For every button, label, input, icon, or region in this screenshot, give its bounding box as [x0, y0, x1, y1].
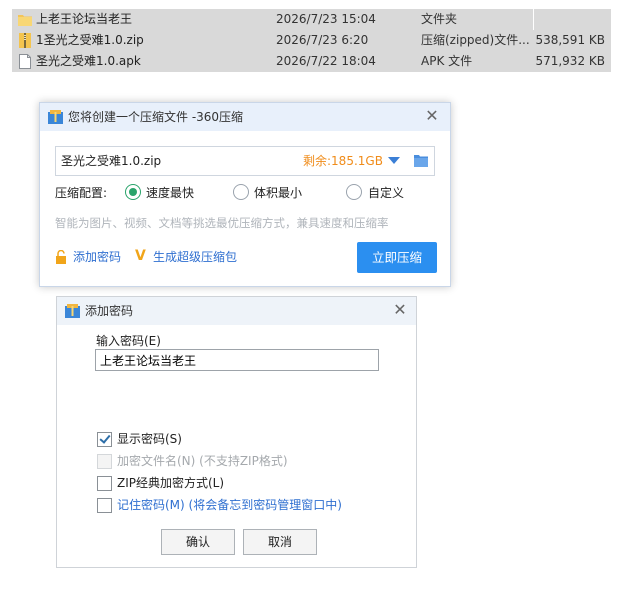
radio-smallest-label[interactable]: 体积最小: [254, 185, 302, 201]
file-row-zip[interactable]: 1圣光之受难1.0.zip 2026/7/23 6:20 压缩(zipped)文…: [12, 30, 611, 51]
radio-custom[interactable]: [346, 184, 362, 200]
radio-fastest-label[interactable]: 速度最快: [146, 185, 194, 201]
file-list: 上老王论坛当老王 2026/7/23 15:04 文件夹 1圣光之受难1.0.z…: [12, 9, 611, 72]
close-icon[interactable]: ✕: [422, 106, 442, 126]
encrypt-filenames-checkbox: [97, 454, 112, 469]
archive-app-icon: [65, 304, 80, 318]
radio-custom-label[interactable]: 自定义: [368, 185, 404, 201]
free-space-label: 剩余:185.1GB: [303, 154, 383, 168]
file-row-apk[interactable]: 圣光之受难1.0.apk 2026/7/22 18:04 APK 文件 571,…: [12, 51, 611, 72]
radio-fastest[interactable]: [125, 184, 141, 200]
compress-dialog: 您将创建一个压缩文件 -360压缩 ✕ 圣光之受难1.0.zip 剩余:185.…: [39, 102, 451, 287]
add-password-label[interactable]: 添加密码: [73, 249, 121, 265]
vip-icon: V: [135, 248, 146, 264]
remember-password-checkbox[interactable]: [97, 498, 112, 513]
chevron-down-icon[interactable]: [388, 157, 400, 164]
password-dialog-title: 添加密码: [85, 304, 134, 318]
archive-filename[interactable]: 圣光之受难1.0.zip: [61, 147, 161, 175]
encrypt-filenames-label: 加密文件名(N) (不支持ZIP格式): [117, 454, 288, 468]
file-size: 538,591 KB: [535, 33, 605, 47]
lock-icon: [56, 250, 66, 264]
file-type: APK 文件: [421, 54, 473, 68]
show-password-label[interactable]: 显示密码(S): [117, 431, 182, 447]
close-icon[interactable]: ✕: [390, 300, 410, 320]
file-name: 1圣光之受难1.0.zip: [36, 33, 144, 47]
zip-classic-encryption-label[interactable]: ZIP经典加密方式(L): [117, 475, 224, 491]
compress-now-button[interactable]: 立即压缩: [357, 242, 437, 273]
file-name: 圣光之受难1.0.apk: [36, 54, 141, 68]
super-package-label[interactable]: 生成超级压缩包: [153, 249, 237, 265]
compress-hint: 智能为图片、视频、文档等挑选最优压缩方式，兼具速度和压缩率: [55, 216, 389, 230]
compress-dialog-title: 您将创建一个压缩文件 -360压缩: [68, 110, 244, 124]
compress-dialog-titlebar[interactable]: 您将创建一个压缩文件 -360压缩 ✕: [40, 103, 450, 131]
folder-icon: [18, 15, 32, 26]
file-type: 文件夹: [421, 12, 458, 26]
archive-path-field[interactable]: 圣光之受难1.0.zip 剩余:185.1GB: [55, 146, 435, 176]
zip-classic-encryption-checkbox[interactable]: [97, 476, 112, 491]
cancel-button[interactable]: 取消: [243, 529, 317, 555]
password-input[interactable]: [95, 349, 379, 371]
password-dialog-titlebar[interactable]: 添加密码 ✕: [57, 297, 416, 325]
column-divider: [533, 9, 534, 30]
file-name: 上老王论坛当老王: [36, 12, 133, 26]
file-icon: [19, 54, 31, 69]
archive-app-icon: [48, 110, 63, 124]
show-password-checkbox[interactable]: [97, 432, 112, 447]
config-label: 压缩配置:: [55, 186, 108, 200]
file-size: 571,932 KB: [535, 54, 605, 68]
file-date: 2026/7/23 6:20: [276, 33, 369, 47]
password-input-label: 输入密码(E): [96, 334, 161, 348]
password-dialog: 添加密码 ✕ 输入密码(E) 显示密码(S) 加密文件名(N) (不支持ZIP格…: [56, 296, 417, 568]
zip-icon: [19, 33, 31, 48]
folder-browse-icon[interactable]: [414, 154, 428, 167]
radio-smallest[interactable]: [233, 184, 249, 200]
file-row-folder[interactable]: 上老王论坛当老王 2026/7/23 15:04 文件夹: [12, 9, 611, 30]
file-date: 2026/7/23 15:04: [276, 12, 376, 26]
ok-button[interactable]: 确认: [161, 529, 235, 555]
file-date: 2026/7/22 18:04: [276, 54, 376, 68]
file-type: 压缩(zipped)文件...: [421, 33, 530, 47]
remember-password-label[interactable]: 记住密码(M) (将会备忘到密码管理窗口中): [117, 497, 342, 513]
